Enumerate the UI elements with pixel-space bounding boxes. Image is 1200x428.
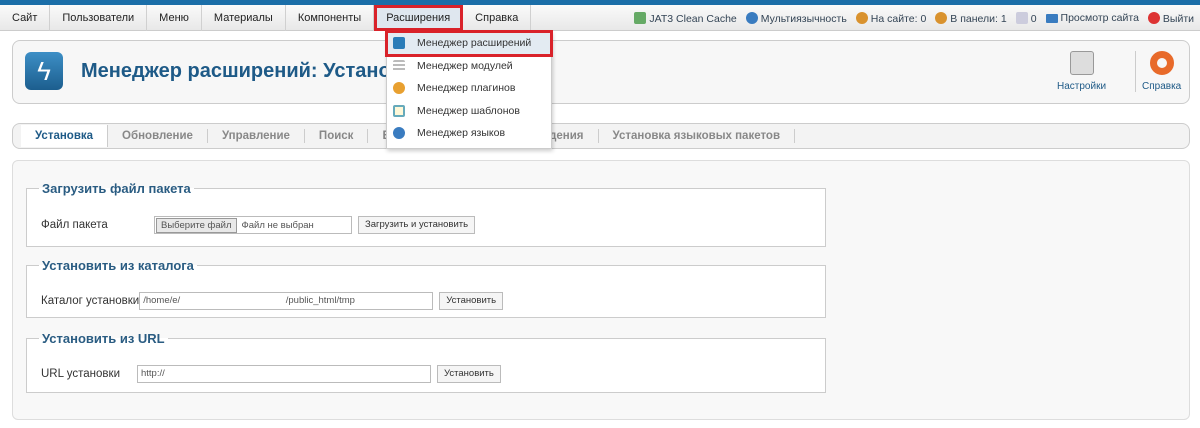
messages-link[interactable]: 0 bbox=[1015, 11, 1037, 25]
upload-install-button[interactable]: Загрузить и установить bbox=[358, 216, 476, 234]
mail-icon bbox=[1015, 11, 1028, 24]
monitor-icon bbox=[1045, 14, 1058, 23]
user-icon bbox=[935, 11, 948, 24]
install-folder-fieldset: Установить из каталога Каталог установки… bbox=[26, 258, 826, 318]
template-icon bbox=[393, 104, 405, 117]
menu-site[interactable]: Сайт bbox=[0, 4, 51, 31]
lifebuoy-icon bbox=[1149, 51, 1174, 75]
url-label: URL установки bbox=[41, 368, 120, 380]
dropdown-extension-manager[interactable]: Менеджер расширений bbox=[385, 30, 553, 57]
status-bar: JAT3 Clean Cache Мультиязычность На сайт… bbox=[634, 5, 1194, 31]
menu-menus[interactable]: Меню bbox=[147, 4, 202, 31]
clean-cache-link[interactable]: JAT3 Clean Cache bbox=[634, 11, 737, 25]
dropdown-plugin-manager[interactable]: Менеджер плагинов bbox=[387, 77, 551, 100]
logout-link[interactable]: Выйти bbox=[1147, 11, 1194, 25]
no-file-text: Файл не выбран bbox=[241, 219, 314, 231]
folder-label: Каталог установки bbox=[41, 295, 140, 307]
on-site-count: На сайте: 0 bbox=[855, 11, 926, 25]
tab-manage[interactable]: Управление bbox=[208, 129, 305, 143]
upload-legend: Загрузить файл пакета bbox=[42, 181, 191, 196]
upload-package-fieldset: Загрузить файл пакета Файл пакета Выбери… bbox=[26, 181, 826, 247]
lightning-icon bbox=[393, 37, 405, 50]
tab-install[interactable]: Установка bbox=[21, 125, 109, 147]
install-folder-input[interactable]: /home/e/ /public_html/tmp bbox=[139, 292, 434, 310]
view-site-link[interactable]: Просмотр сайта bbox=[1045, 12, 1139, 24]
menu-users[interactable]: Пользователи bbox=[50, 4, 148, 31]
globe-icon bbox=[393, 127, 405, 140]
toolbar-header: ϟ Менеджер расширений: Установка Настрой… bbox=[12, 40, 1190, 104]
dropdown-language-manager[interactable]: Менеджер языков bbox=[387, 122, 551, 145]
cache-icon bbox=[634, 11, 647, 24]
menu-components[interactable]: Компоненты bbox=[286, 4, 375, 31]
logout-icon bbox=[1147, 11, 1160, 24]
extension-manager-icon: ϟ bbox=[25, 52, 63, 90]
menu-help[interactable]: Справка bbox=[463, 4, 532, 31]
tab-install-languages[interactable]: Установка языковых пакетов bbox=[599, 129, 796, 143]
options-icon bbox=[1069, 51, 1094, 75]
install-folder-button[interactable]: Установить bbox=[439, 292, 504, 310]
page-title: Менеджер расширений: Установка bbox=[81, 60, 425, 82]
dropdown-module-manager[interactable]: Менеджер модулей bbox=[387, 55, 551, 78]
choose-file-button[interactable]: Выберите файл bbox=[156, 217, 237, 233]
globe-icon bbox=[745, 11, 758, 24]
dropdown-template-manager[interactable]: Менеджер шаблонов bbox=[387, 100, 551, 123]
tab-update[interactable]: Обновление bbox=[108, 129, 208, 143]
extensions-dropdown: Менеджер расширений Менеджер модулей Мен… bbox=[385, 30, 553, 149]
upload-label: Файл пакета bbox=[41, 219, 108, 231]
install-url-input[interactable]: http:// bbox=[137, 365, 431, 383]
menu-extensions[interactable]: Расширения bbox=[374, 4, 464, 31]
url-legend: Установить из URL bbox=[42, 331, 165, 346]
install-url-button[interactable]: Установить bbox=[437, 365, 501, 383]
multilang-link[interactable]: Мультиязычность bbox=[745, 11, 847, 25]
plugin-icon bbox=[393, 82, 405, 95]
install-form: Загрузить файл пакета Файл пакета Выбери… bbox=[12, 160, 1190, 420]
package-file-input[interactable]: Выберите файл Файл не выбран bbox=[154, 216, 352, 234]
folder-legend: Установить из каталога bbox=[42, 258, 194, 273]
help-button[interactable]: Справка bbox=[1135, 51, 1181, 92]
menu-content[interactable]: Материалы bbox=[202, 4, 286, 31]
tab-discover[interactable]: Поиск bbox=[305, 129, 369, 143]
install-url-fieldset: Установить из URL URL установки http:// … bbox=[26, 331, 826, 393]
submenu-tabs: Установка Обновление Управление Поиск Ба… bbox=[12, 123, 1190, 149]
user-icon bbox=[855, 11, 868, 24]
in-panel-count: В панели: 1 bbox=[935, 11, 1007, 25]
list-icon bbox=[393, 59, 405, 72]
options-button[interactable]: Настройки bbox=[1057, 51, 1106, 92]
